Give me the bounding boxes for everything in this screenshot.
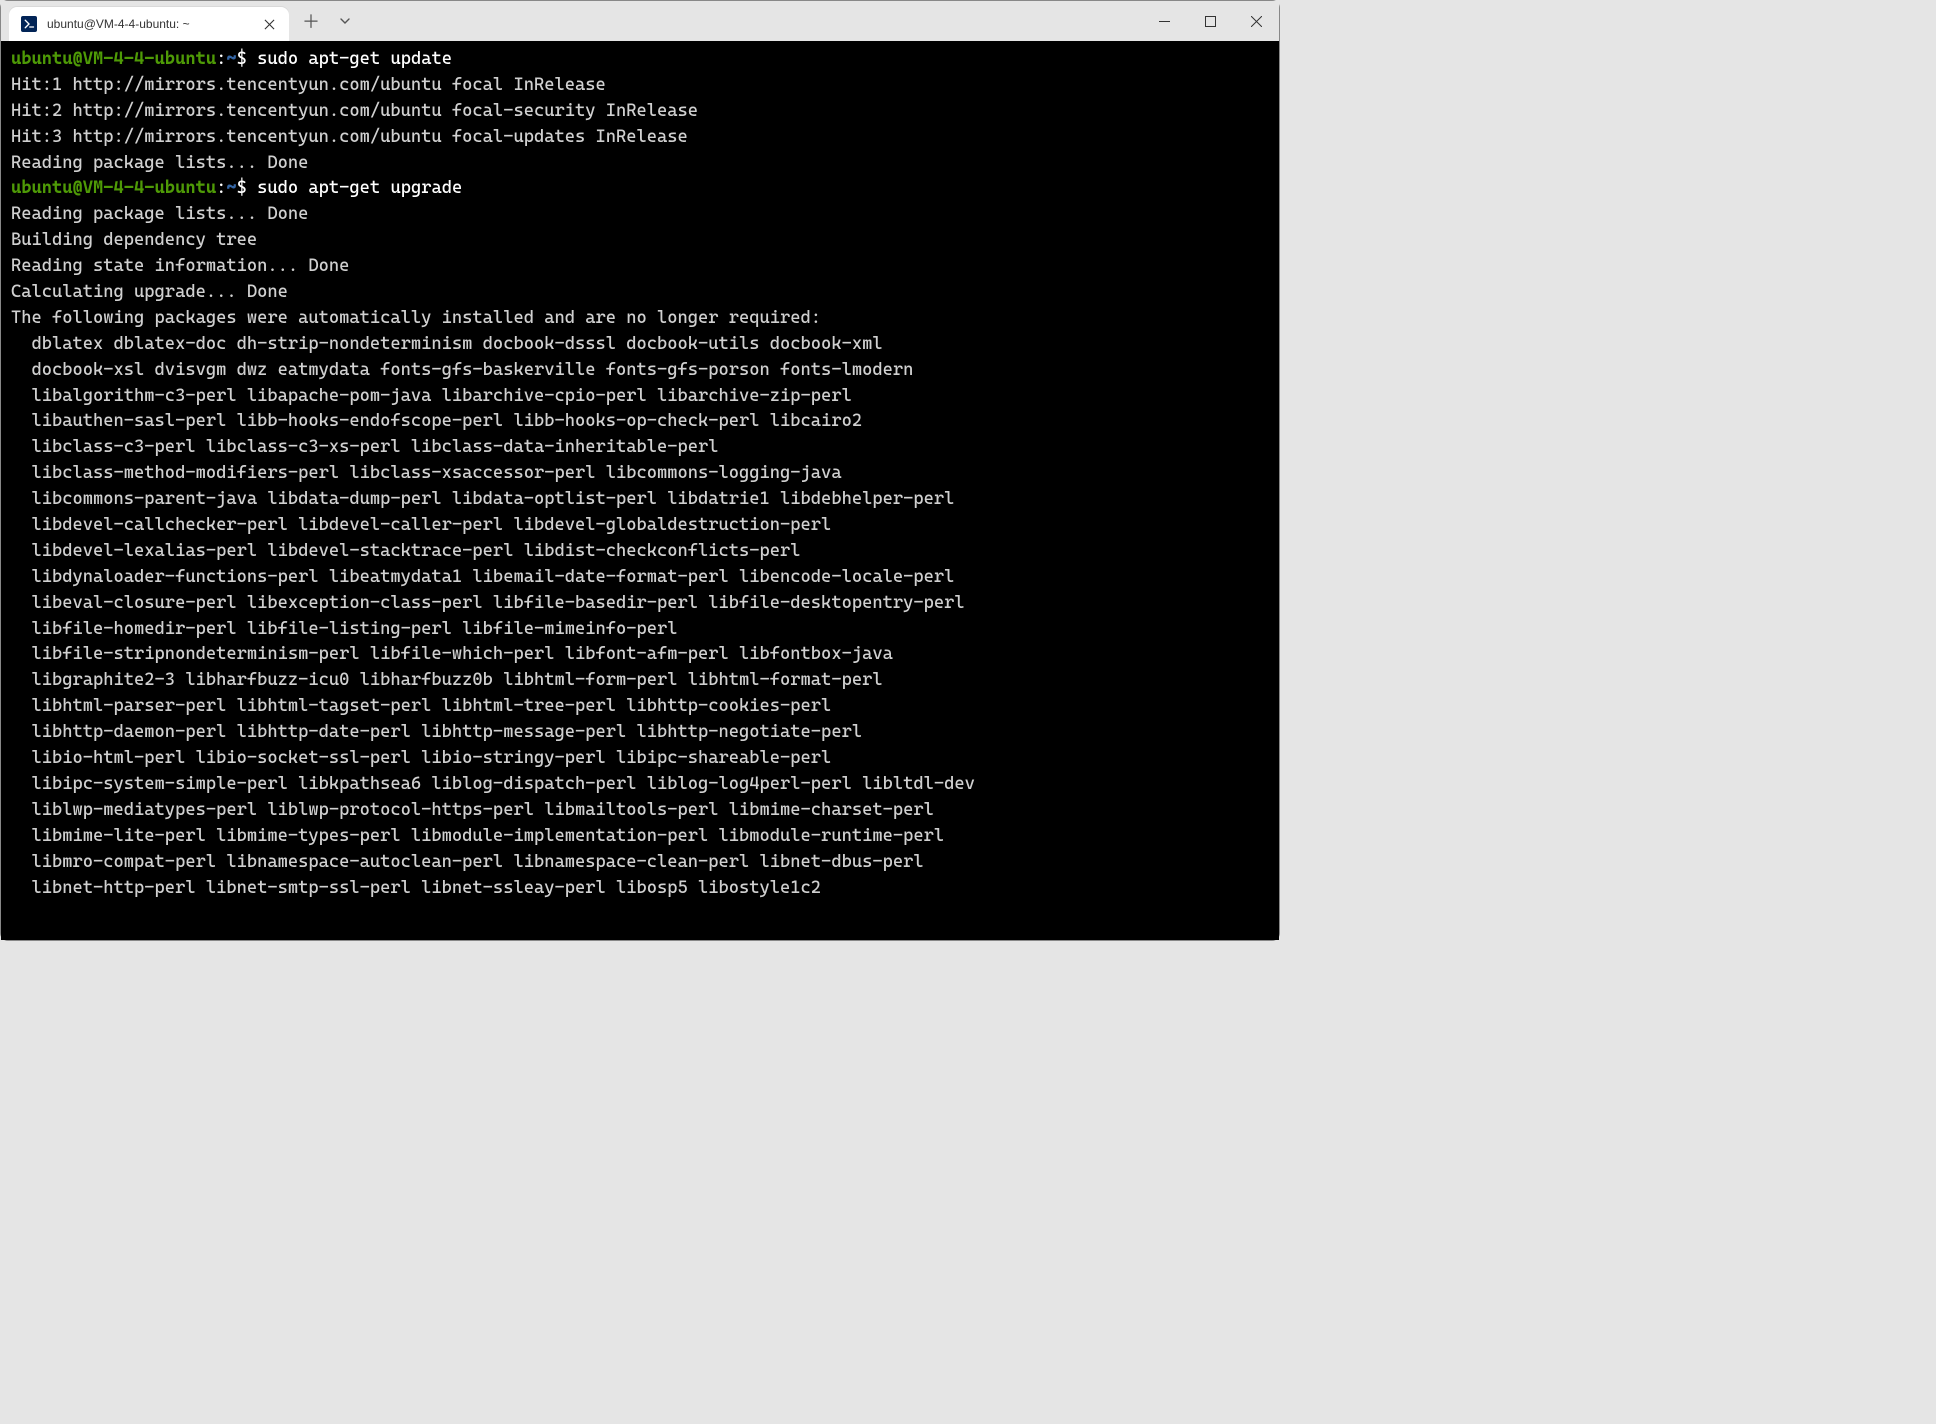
minimize-button[interactable]	[1141, 5, 1187, 37]
close-button[interactable]	[1233, 5, 1279, 37]
tabs-area: ubuntu@VM-4-4-ubuntu: ~ ＋	[1, 1, 361, 41]
output-line: Reading package lists... Done	[11, 204, 308, 224]
output-line: dblatex dblatex-doc dh-strip-nondetermin…	[11, 334, 883, 354]
output-line: libmro-compat-perl libnamespace-autoclea…	[11, 852, 924, 872]
window-titlebar: ubuntu@VM-4-4-ubuntu: ~ ＋	[1, 1, 1279, 41]
output-line: libfile-stripnondeterminism-perl libfile…	[11, 644, 893, 664]
tab-active[interactable]: ubuntu@VM-4-4-ubuntu: ~	[9, 7, 289, 41]
powershell-icon	[21, 16, 37, 32]
output-line: Hit:2 http://mirrors.tencentyun.com/ubun…	[11, 101, 698, 121]
output-line: libauthen-sasl-perl libb-hooks-endofscop…	[11, 411, 862, 431]
output-line: docbook-xsl dvisvgm dwz eatmydata fonts-…	[11, 360, 913, 380]
output-line: Building dependency tree	[11, 230, 257, 250]
output-line: libio-html-perl libio-socket-ssl-perl li…	[11, 748, 831, 768]
prompt-symbol: $	[237, 49, 247, 69]
output-line: Hit:3 http://mirrors.tencentyun.com/ubun…	[11, 127, 688, 147]
output-line: libgraphite2-3 libharfbuzz-icu0 libharfb…	[11, 670, 883, 690]
maximize-button[interactable]	[1187, 5, 1233, 37]
output-line: The following packages were automaticall…	[11, 308, 821, 328]
output-line: libhtml-parser-perl libhtml-tagset-perl …	[11, 696, 831, 716]
prompt-path: ~	[226, 49, 236, 69]
output-line: libdevel-lexalias-perl libdevel-stacktra…	[11, 541, 801, 561]
output-line: libipc-system-simple-perl libkpathsea6 l…	[11, 774, 975, 794]
output-line: liblwp-mediatypes-perl liblwp-protocol-h…	[11, 800, 934, 820]
output-line: libclass-c3-perl libclass-c3-xs-perl lib…	[11, 437, 719, 457]
prompt-user-host: ubuntu@VM-4-4-ubuntu	[11, 178, 216, 198]
tab-close-button[interactable]	[261, 16, 277, 32]
new-tab-button[interactable]: ＋	[295, 5, 327, 37]
command-line: sudo apt-get update	[257, 49, 452, 69]
output-line: libdevel-callchecker-perl libdevel-calle…	[11, 515, 831, 535]
output-line: Reading package lists... Done	[11, 153, 308, 173]
output-line: libmime-lite-perl libmime-types-perl lib…	[11, 826, 944, 846]
window-controls	[1141, 1, 1279, 41]
tab-dropdown-button[interactable]	[329, 5, 361, 37]
prompt-path: ~	[226, 178, 236, 198]
output-line: Hit:1 http://mirrors.tencentyun.com/ubun…	[11, 75, 606, 95]
output-line: libnet-http-perl libnet-smtp-ssl-perl li…	[11, 878, 821, 898]
output-line: libcommons-parent-java libdata-dump-perl…	[11, 489, 954, 509]
tab-title: ubuntu@VM-4-4-ubuntu: ~	[47, 17, 251, 31]
output-line: libalgorithm-c3-perl libapache-pom-java …	[11, 386, 852, 406]
output-line: libhttp-daemon-perl libhttp-date-perl li…	[11, 722, 862, 742]
output-line: libfile-homedir-perl libfile-listing-per…	[11, 619, 678, 639]
command-line: sudo apt-get upgrade	[257, 178, 462, 198]
prompt-symbol: $	[237, 178, 247, 198]
output-line: libeval-closure-perl libexception-class-…	[11, 593, 965, 613]
output-line: Calculating upgrade... Done	[11, 282, 288, 302]
prompt-user-host: ubuntu@VM-4-4-ubuntu	[11, 49, 216, 69]
output-line: libdynaloader-functions-perl libeatmydat…	[11, 567, 954, 587]
terminal-output[interactable]: ubuntu@VM-4-4-ubuntu:~$ sudo apt-get upd…	[1, 41, 1279, 940]
output-line: libclass-method-modifiers-perl libclass-…	[11, 463, 842, 483]
output-line: Reading state information... Done	[11, 256, 349, 276]
